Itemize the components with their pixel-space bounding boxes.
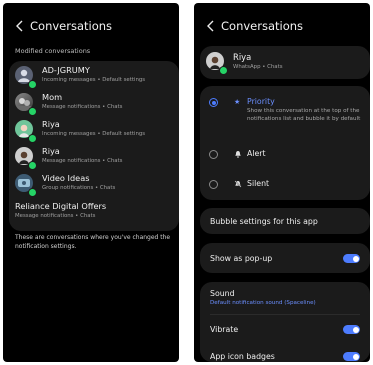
show-popup-toggle[interactable] [343, 254, 360, 263]
contact-name: Riya [233, 52, 252, 62]
conversation-item-ad-jgrumy[interactable]: AD-JGRUMY Incoming messages • Default se… [9, 63, 179, 89]
option-description: Show this conversation at the top of the… [247, 108, 361, 122]
conversations-list-screen: Conversations Modified conversations AD-… [3, 3, 179, 362]
app-badge-icon [28, 188, 37, 197]
chevron-left-icon [16, 20, 23, 32]
bell-off-icon [234, 180, 242, 190]
conversation-item-riya[interactable]: Riya Incoming messages • Default setting… [9, 117, 179, 143]
sound-settings-card: Sound Default notification sound (Spacel… [200, 282, 370, 362]
app-icon-badges-label: App icon badges [210, 352, 275, 361]
vibrate-toggle[interactable] [343, 325, 360, 334]
conversation-name: Riya [42, 146, 60, 156]
app-badge-icon [28, 161, 37, 170]
option-label: Priority [247, 97, 275, 106]
sound-value: Default notification sound (Spaceline) [210, 300, 316, 306]
conversation-settings-screen: Conversations Riya WhatsApp • Chats ★ Pr… [194, 3, 370, 362]
conversation-subtitle: Incoming messages • Default settings [42, 131, 146, 137]
silent-radio[interactable] [209, 180, 218, 189]
contact-subtitle: WhatsApp • Chats [233, 64, 283, 70]
conversation-name: Mom [42, 92, 63, 102]
app-badge-icon [28, 107, 37, 116]
vibrate-label: Vibrate [210, 325, 239, 334]
page-title: Conversations [30, 19, 113, 33]
conversation-subtitle: Message notifications • Chats [15, 213, 96, 219]
back-button[interactable] [13, 18, 27, 34]
bubble-settings-label: Bubble settings for this app [210, 217, 318, 226]
app-badge-icon [28, 134, 37, 143]
bell-icon [234, 150, 242, 160]
conversation-subtitle: Group notifications • Chats [42, 185, 116, 191]
conversation-name: Riya [42, 119, 60, 129]
header: Conversations [3, 17, 179, 37]
conversation-name: Reliance Digital Offers [15, 201, 107, 211]
back-button[interactable] [204, 18, 218, 34]
option-label: Alert [247, 149, 266, 158]
conversation-item-mom[interactable]: Mom Message notifications • Chats [9, 90, 179, 116]
page-title: Conversations [221, 19, 304, 33]
priority-radio[interactable] [209, 98, 218, 107]
alert-radio[interactable] [209, 150, 218, 159]
star-icon: ★ [234, 98, 241, 106]
conversation-subtitle: Incoming messages • Default settings [42, 77, 146, 83]
footer-note: These are conversations where you've cha… [15, 234, 171, 250]
notification-type-card: ★ Priority Show this conversation at the… [200, 86, 370, 200]
conversation-item-riya-chats[interactable]: Riya Message notifications • Chats [9, 144, 179, 170]
show-popup-label: Show as pop-up [210, 254, 273, 263]
conversation-item-reliance-digital-offers[interactable]: Reliance Digital Offers Message notifica… [9, 199, 179, 225]
app-icon-badges-toggle[interactable] [343, 352, 360, 361]
conversation-name: AD-JGRUMY [42, 65, 90, 75]
chevron-left-icon [207, 20, 214, 32]
option-label: Silent [247, 179, 270, 188]
app-badge-icon [28, 80, 37, 89]
conversation-item-video-ideas[interactable]: Video Ideas Group notifications • Chats [9, 171, 179, 197]
contact-card[interactable]: Riya WhatsApp • Chats [200, 46, 370, 79]
divider [210, 314, 360, 315]
sound-label: Sound [210, 289, 235, 298]
conversation-subtitle: Message notifications • Chats [42, 104, 123, 110]
whatsapp-badge-icon [219, 66, 228, 75]
header: Conversations [194, 17, 370, 37]
conversation-name: Video Ideas [42, 173, 90, 183]
conversation-subtitle: Message notifications • Chats [42, 158, 123, 164]
bubble-settings-row[interactable]: Bubble settings for this app [200, 208, 370, 234]
show-popup-row[interactable]: Show as pop-up [200, 243, 370, 273]
section-label: Modified conversations [15, 47, 91, 55]
